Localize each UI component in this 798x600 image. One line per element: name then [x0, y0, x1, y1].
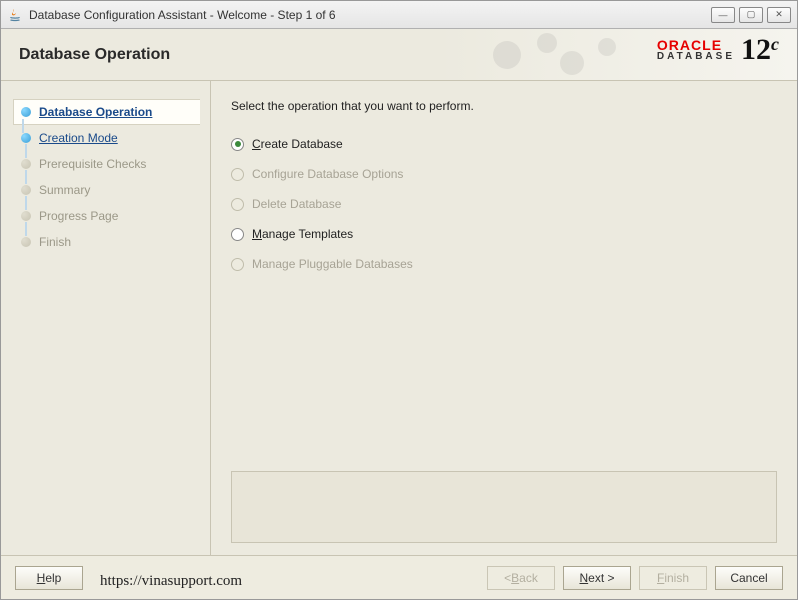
radio-label: Delete Database: [252, 197, 341, 211]
window-title: Database Configuration Assistant - Welco…: [29, 8, 711, 22]
step-bullet-icon: [21, 211, 31, 221]
oracle-logo-area: ORACLE DATABASE 12c: [657, 35, 779, 65]
maximize-button[interactable]: ▢: [739, 7, 763, 23]
radio-icon: [231, 198, 244, 211]
step-bullet-icon: [21, 159, 31, 169]
step-bullet-icon: [21, 185, 31, 195]
radio-manage-pluggable-databases: Manage Pluggable Databases: [231, 249, 777, 279]
gears-decoration: [477, 29, 637, 81]
radio-create-database[interactable]: Create Database: [231, 129, 777, 159]
oracle-brand: ORACLE: [657, 38, 722, 52]
step-label: Prerequisite Checks: [39, 157, 146, 171]
step-bullet-icon: [21, 237, 31, 247]
cancel-button[interactable]: Cancel: [715, 566, 783, 590]
java-icon: [7, 7, 23, 23]
sidebar-step-prerequisite-checks: Prerequisite Checks: [17, 151, 200, 177]
radio-icon: [231, 168, 244, 181]
sidebar-step-creation-mode[interactable]: Creation Mode: [17, 125, 200, 151]
finish-button: Finish: [639, 566, 707, 590]
radio-label: Manage Pluggable Databases: [252, 257, 413, 271]
step-bullet-icon: [21, 107, 31, 117]
step-bullet-icon: [21, 133, 31, 143]
radio-icon: [231, 258, 244, 271]
radio-delete-database: Delete Database: [231, 189, 777, 219]
page-title: Database Operation: [19, 46, 170, 64]
wizard-footer: Help https://vinasupport.com < Back Next…: [1, 555, 797, 599]
back-button: < Back: [487, 566, 555, 590]
next-button[interactable]: Next >: [563, 566, 631, 590]
watermark-url: https://vinasupport.com: [100, 573, 242, 590]
wizard-sidebar: Database Operation Creation Mode Prerequ…: [1, 81, 211, 555]
radio-manage-templates[interactable]: Manage Templates: [231, 219, 777, 249]
sidebar-step-database-operation[interactable]: Database Operation: [13, 99, 200, 125]
wizard-header: Database Operation ORACLE DATABASE 12c: [1, 29, 797, 81]
wizard-content: Database Operation Creation Mode Prerequ…: [1, 81, 797, 555]
message-area: [231, 471, 777, 543]
step-label: Finish: [39, 235, 71, 249]
radio-icon: [231, 228, 244, 241]
window-titlebar: Database Configuration Assistant - Welco…: [1, 1, 797, 29]
step-label: Progress Page: [39, 209, 118, 223]
wizard-main: Select the operation that you want to pe…: [211, 81, 797, 555]
radio-label: Configure Database Options: [252, 167, 403, 181]
step-label: Creation Mode: [39, 131, 118, 145]
radio-configure-database-options: Configure Database Options: [231, 159, 777, 189]
operation-prompt: Select the operation that you want to pe…: [231, 99, 777, 113]
radio-icon: [231, 138, 244, 151]
minimize-button[interactable]: —: [711, 7, 735, 23]
radio-label: Create Database: [252, 137, 343, 151]
sidebar-step-finish: Finish: [17, 229, 200, 255]
oracle-version: 12c: [741, 35, 779, 65]
radio-label: Manage Templates: [252, 227, 353, 241]
oracle-logo: ORACLE DATABASE: [657, 38, 735, 62]
sidebar-step-progress-page: Progress Page: [17, 203, 200, 229]
help-button[interactable]: Help: [15, 566, 83, 590]
oracle-brand-sub: DATABASE: [657, 52, 735, 62]
sidebar-step-summary: Summary: [17, 177, 200, 203]
close-button[interactable]: ✕: [767, 7, 791, 23]
step-label: Database Operation: [39, 105, 152, 119]
step-label: Summary: [39, 183, 90, 197]
